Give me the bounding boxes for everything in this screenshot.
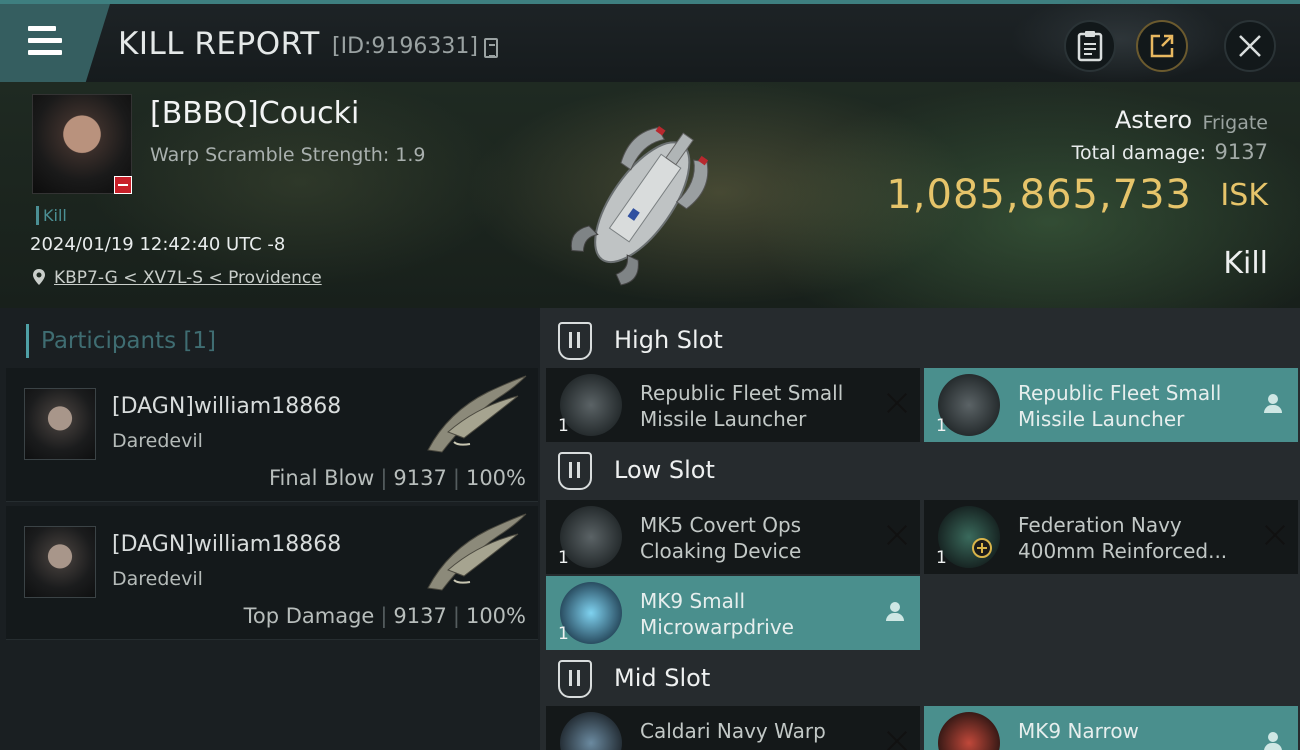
reinforced-plate-icon <box>938 506 1000 568</box>
item-name: MK9 Narrow <box>1018 719 1139 743</box>
ship-name[interactable]: Astero <box>1115 106 1192 134</box>
participant-role: Final Blow <box>269 466 375 490</box>
fitting-item[interactable]: 1 MK9 Small Microwarpdrive <box>546 576 920 650</box>
isk-value: 1,085,865,733 <box>886 172 1192 218</box>
participant-ship-image <box>427 375 527 453</box>
item-quantity: 1 <box>936 416 947 436</box>
x-icon <box>886 730 908 750</box>
item-name: MK9 Small Microwarpdrive <box>640 589 794 639</box>
microwarpdrive-icon <box>560 582 622 644</box>
participant-name: [DAGN]william18868 <box>112 394 342 419</box>
item-name: MK5 Covert Ops Cloaking Device <box>640 513 802 563</box>
missile-launcher-icon <box>560 374 622 436</box>
total-damage-value: 9137 <box>1214 140 1268 164</box>
clipboard-button[interactable] <box>1064 20 1116 72</box>
warp-scramble-strength: Warp Scramble Strength: 1.9 <box>150 144 426 166</box>
fitting-item[interactable]: 1 Republic Fleet Small Missile Launcher <box>924 368 1298 442</box>
victim-name[interactable]: [BBBQ]Coucki <box>150 96 359 131</box>
item-name: Republic Fleet Small Missile Launcher <box>1018 381 1222 431</box>
fitting-item[interactable]: 1 Republic Fleet Small Missile Launcher <box>546 368 920 442</box>
plus-icon <box>972 538 992 558</box>
participant-ship-image <box>427 513 527 591</box>
participant-percent: 100% <box>465 466 526 490</box>
participant-percent: 100% <box>465 604 526 628</box>
slot-icon <box>558 452 592 490</box>
location-link[interactable]: KBP7-G < XV7L-S < Providence <box>54 268 322 288</box>
warp-disruptor-icon <box>560 712 622 750</box>
high-slot-title: High Slot <box>614 326 723 354</box>
person-icon <box>1264 394 1282 414</box>
mid-slot-title: Mid Slot <box>614 664 711 692</box>
participants-label: Participants <box>41 328 177 354</box>
scanner-icon <box>938 712 1000 750</box>
menu-button[interactable] <box>0 4 110 82</box>
victim-ship-image <box>570 126 709 286</box>
item-quantity: 1 <box>936 548 947 568</box>
participant-damage: 9137 <box>393 466 447 490</box>
item-quantity: 1 <box>558 548 569 568</box>
background-ship-decoration <box>1010 0 1230 84</box>
participant-stats: Top Damage | 9137 | 100% <box>243 604 526 628</box>
item-name: Republic Fleet Small Missile Launcher <box>640 381 844 431</box>
participants-panel: Participants [1] [DAGN]william18868 Dare… <box>0 308 540 750</box>
participant-role: Top Damage <box>243 604 375 628</box>
x-icon <box>1264 524 1286 546</box>
item-quantity: 1 <box>558 416 569 436</box>
participant-row[interactable]: [DAGN]william18868 Daredevil Final Blow |… <box>6 368 538 502</box>
x-icon <box>886 392 908 414</box>
ship-class: Frigate <box>1202 112 1268 134</box>
kill-banner: [BBBQ]Coucki Warp Scramble Strength: 1.9… <box>0 82 1300 308</box>
top-bar: KILL REPORT [ID:9196331] <box>0 0 1300 84</box>
close-button[interactable] <box>1224 20 1276 72</box>
fitting-item[interactable]: MK9 Narrow <box>924 706 1298 750</box>
item-quantity: 1 <box>558 624 569 644</box>
person-icon <box>1264 732 1282 750</box>
missile-launcher-icon <box>938 374 1000 436</box>
slot-icon <box>558 660 592 698</box>
cloaking-device-icon <box>560 506 622 568</box>
person-icon <box>886 602 904 622</box>
slot-icon <box>558 322 592 360</box>
clipboard-icon <box>1077 31 1103 62</box>
share-icon <box>1150 34 1174 58</box>
kill-tag: Kill <box>36 206 67 225</box>
location-pin-icon <box>33 269 45 285</box>
participant-stats: Final Blow | 9137 | 100% <box>269 466 526 490</box>
menu-icon <box>28 26 62 56</box>
result-label: Kill <box>1223 246 1268 281</box>
kill-datetime: 2024/01/19 12:42:40 UTC -8 <box>30 234 286 255</box>
item-name: Caldari Navy Warp <box>640 719 826 743</box>
isk-unit: ISK <box>1220 178 1268 213</box>
participants-header: Participants [1] <box>26 324 216 358</box>
participant-damage: 9137 <box>393 604 447 628</box>
close-icon <box>1239 35 1261 57</box>
x-icon <box>886 524 908 546</box>
participant-ship: Daredevil <box>112 430 203 452</box>
participant-row[interactable]: [DAGN]william18868 Daredevil Top Damage |… <box>6 506 538 640</box>
low-slot-title: Low Slot <box>614 456 715 484</box>
minus-badge <box>114 176 132 194</box>
participant-name: [DAGN]william18868 <box>112 532 342 557</box>
participant-avatar[interactable] <box>24 388 96 460</box>
fitting-panel: High Slot 1 Republic Fleet Small Missile… <box>540 308 1300 750</box>
fitting-item[interactable]: Caldari Navy Warp <box>546 706 920 750</box>
item-name: Federation Navy 400mm Reinforced... <box>1018 513 1228 563</box>
total-damage-label: Total damage: <box>1071 142 1206 164</box>
participant-ship: Daredevil <box>112 568 203 590</box>
participant-avatar[interactable] <box>24 526 96 598</box>
report-id: [ID:9196331] <box>332 34 478 59</box>
page-title: KILL REPORT <box>118 26 320 62</box>
participants-count: [1] <box>183 328 217 354</box>
fitting-item[interactable]: 1 Federation Navy 400mm Reinforced... <box>924 500 1298 574</box>
fitting-item[interactable]: 1 MK5 Covert Ops Cloaking Device <box>546 500 920 574</box>
share-button[interactable] <box>1136 20 1188 72</box>
copy-icon[interactable] <box>484 38 498 58</box>
